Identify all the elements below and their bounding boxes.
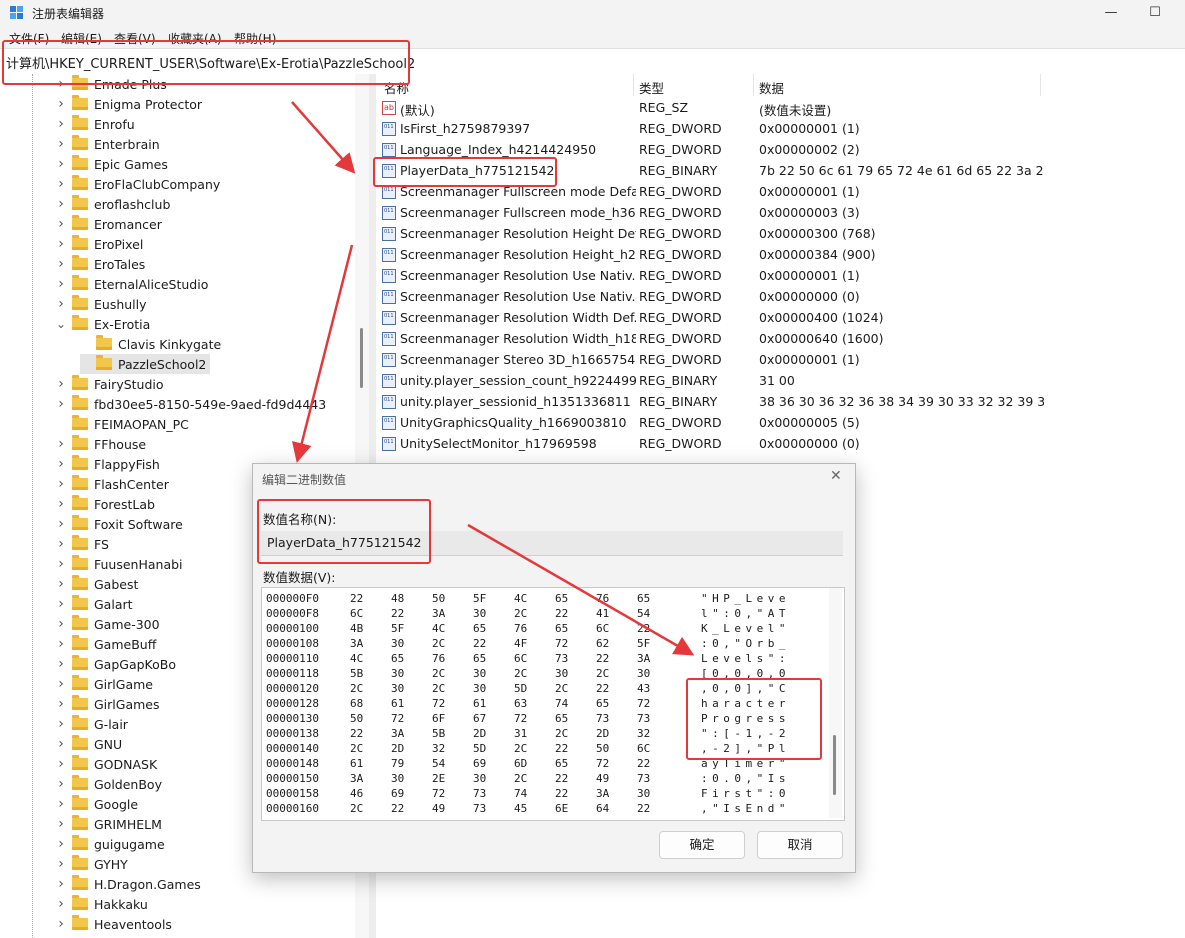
arrow-name-to-data xyxy=(467,523,695,656)
arrow-address-to-value xyxy=(291,101,356,174)
annotation-arrows xyxy=(291,101,695,656)
arrow-value-to-dialog xyxy=(291,244,354,463)
